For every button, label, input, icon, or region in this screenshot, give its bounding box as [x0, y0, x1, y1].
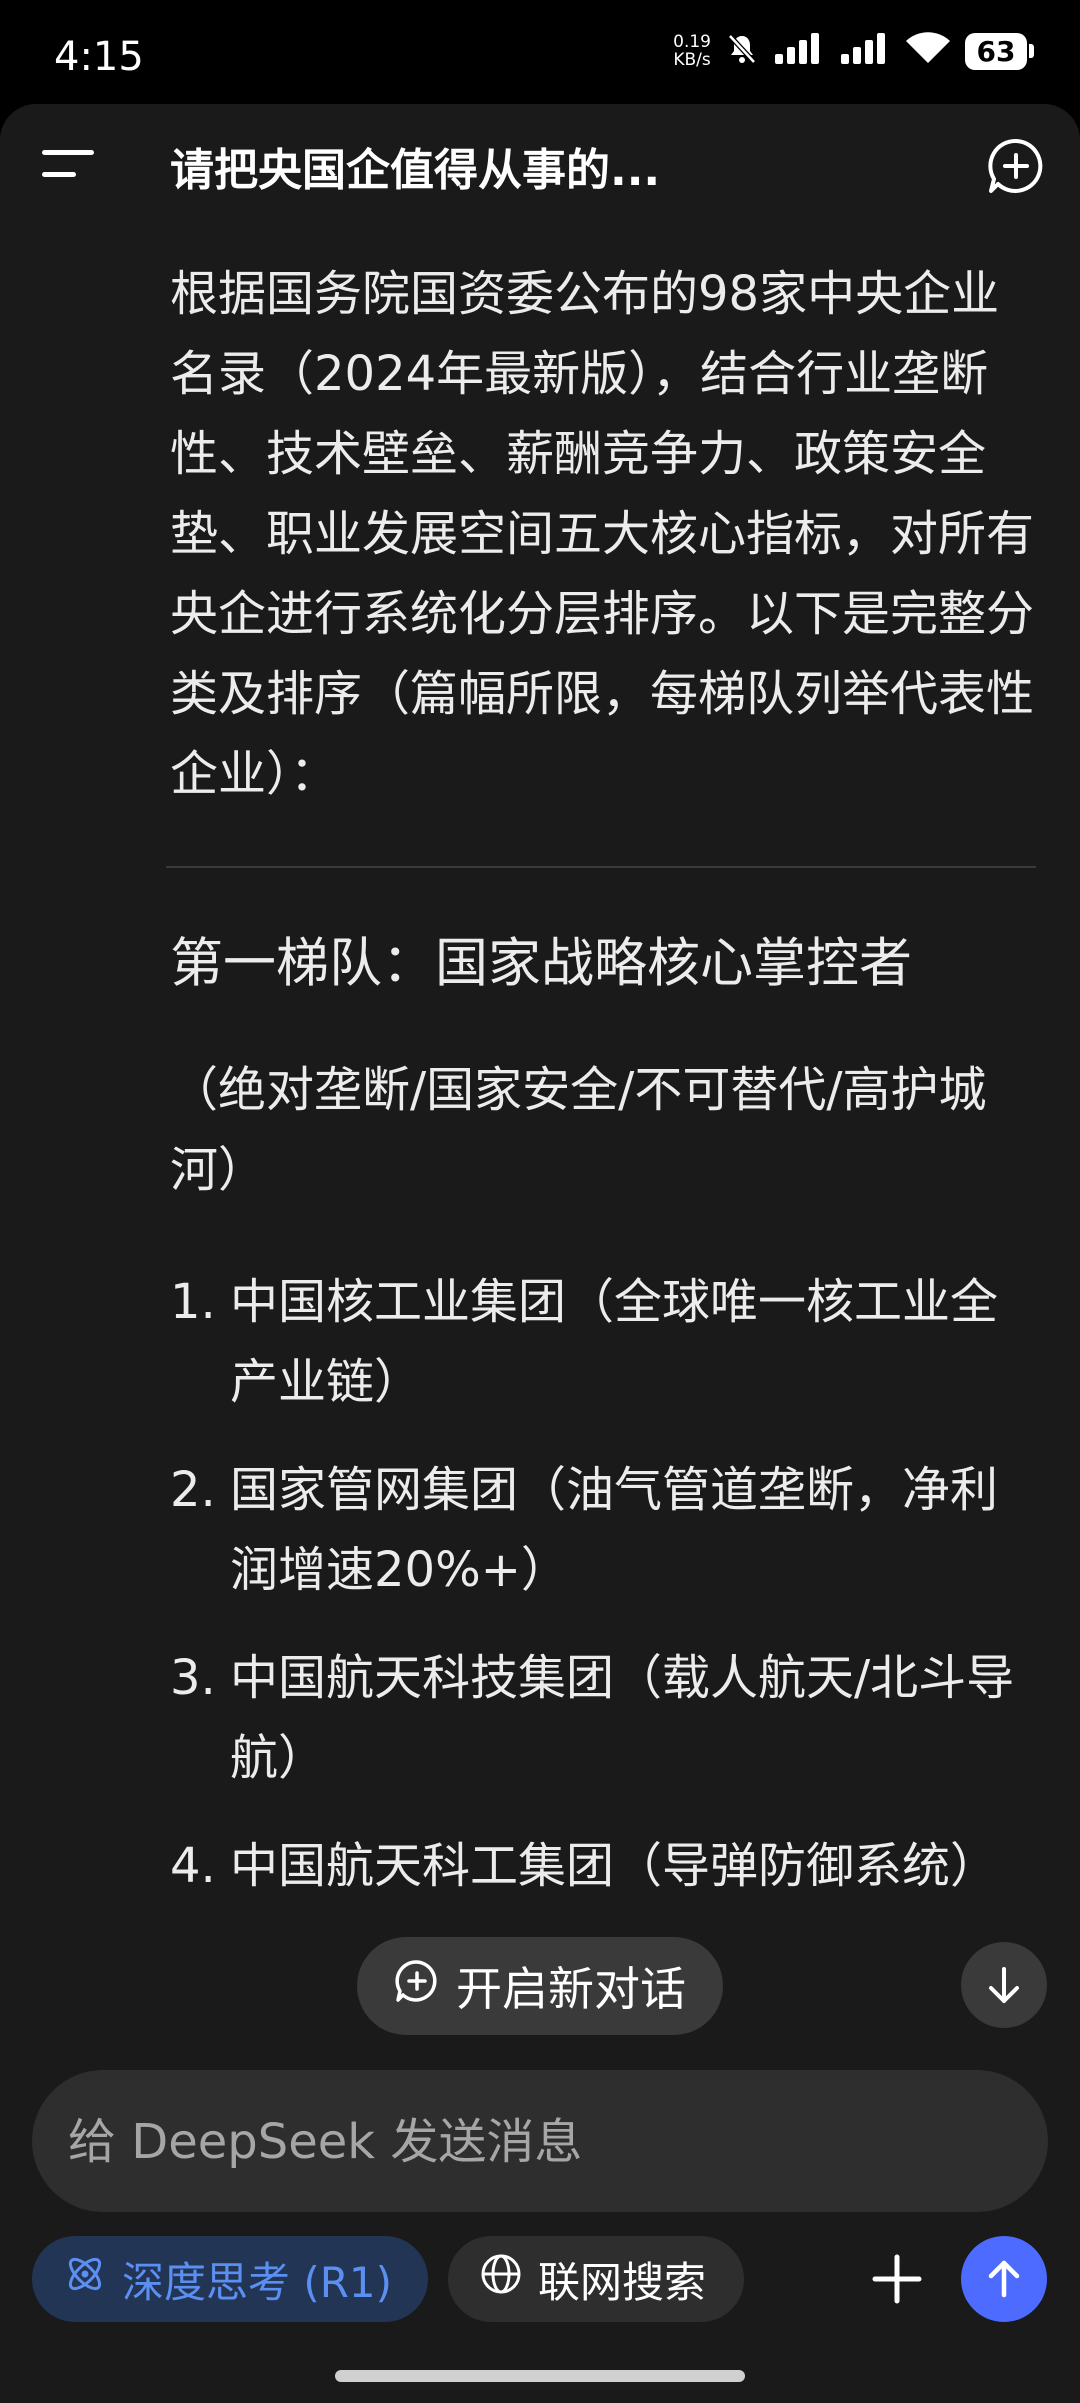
- attach-button[interactable]: [862, 2236, 932, 2322]
- chat-title[interactable]: 请把央国企值得从事的...: [170, 134, 910, 198]
- section-divider: [166, 866, 1036, 868]
- cellular-signal-icon: [773, 32, 825, 70]
- cellular-signal-2-icon: [839, 32, 891, 70]
- plus-icon: [872, 2254, 922, 2304]
- message-input-box[interactable]: [32, 2070, 1048, 2214]
- list-item: 1. 中国核工业集团（全球唯一核工业全产业链）: [170, 1262, 1040, 1422]
- tier-description: （绝对垄断/国家安全/不可替代/高护城河）: [170, 1062, 987, 1198]
- status-bar: 4:15 0.19 KB/s 63: [0, 0, 1080, 104]
- network-speed-value: 0.19: [673, 32, 711, 52]
- network-speed-unit: KB/s: [673, 50, 711, 70]
- new-conversation-label: 开启新对话: [456, 1962, 686, 2016]
- message-input[interactable]: [66, 2070, 1010, 2214]
- battery-level: 63: [965, 32, 1027, 70]
- deep-think-label: 深度思考 (R1): [122, 2257, 393, 2307]
- home-indicator[interactable]: [335, 2370, 745, 2382]
- new-chat-icon[interactable]: [986, 136, 1046, 196]
- arrow-down-icon: [989, 1967, 1019, 2003]
- list-item: 2. 国家管网集团（油气管道垄断，净利润增速20%+）: [170, 1450, 1040, 1610]
- status-icons: 0.19 KB/s 63: [673, 32, 1034, 70]
- globe-icon: [478, 2251, 524, 2307]
- tier-heading: 第一梯队：国家战略核心掌控者: [170, 933, 912, 994]
- assistant-message: 根据国务院国资委公布的98家中央企业名录（2024年最新版），结合行业垄断性、技…: [166, 254, 1040, 1934]
- deep-think-toggle[interactable]: 深度思考 (R1): [32, 2236, 428, 2322]
- wifi-icon: [905, 32, 951, 70]
- new-chat-bubble-icon: [394, 1958, 440, 2015]
- battery-indicator: 63: [965, 32, 1034, 70]
- new-conversation-button[interactable]: 开启新对话: [357, 1937, 723, 2035]
- web-search-label: 联网搜索: [538, 2257, 707, 2307]
- company-list: 1. 中国核工业集团（全球唯一核工业全产业链） 2. 国家管网集团（油气管道垄断…: [170, 1262, 1040, 1906]
- message-intro: 根据国务院国资委公布的98家中央企业名录（2024年最新版），结合行业垄断性、技…: [170, 266, 1035, 802]
- network-speed: 0.19 KB/s: [673, 33, 711, 69]
- web-search-toggle[interactable]: 联网搜索: [448, 2236, 744, 2322]
- list-item-text: 中国航天科技集团（载人航天/北斗导航）: [230, 1650, 1015, 1786]
- send-button[interactable]: [961, 2236, 1047, 2322]
- scroll-to-bottom-button[interactable]: [961, 1942, 1047, 2028]
- list-item-number: 1.: [170, 1274, 216, 1330]
- arrow-up-icon: [988, 2260, 1020, 2298]
- menu-icon[interactable]: [38, 140, 102, 192]
- list-item: 3. 中国航天科技集团（载人航天/北斗导航）: [170, 1638, 1040, 1798]
- list-item-number: 2.: [170, 1462, 216, 1518]
- mute-bell-icon: [725, 32, 759, 70]
- chat-header: 请把央国企值得从事的...: [0, 104, 1080, 222]
- list-item-text: 中国核工业集团（全球唯一核工业全产业链）: [230, 1274, 999, 1410]
- chat-panel: 请把央国企值得从事的... 根据国务院国资委公布的98家中央企业名录（2024年…: [0, 104, 1080, 2403]
- battery-tip: [1029, 44, 1034, 58]
- atom-icon: [62, 2251, 108, 2307]
- status-time: 4:15: [54, 34, 144, 80]
- list-item-text: 国家管网集团（油气管道垄断，净利润增速20%+）: [230, 1462, 999, 1598]
- list-item-number: 3.: [170, 1650, 216, 1706]
